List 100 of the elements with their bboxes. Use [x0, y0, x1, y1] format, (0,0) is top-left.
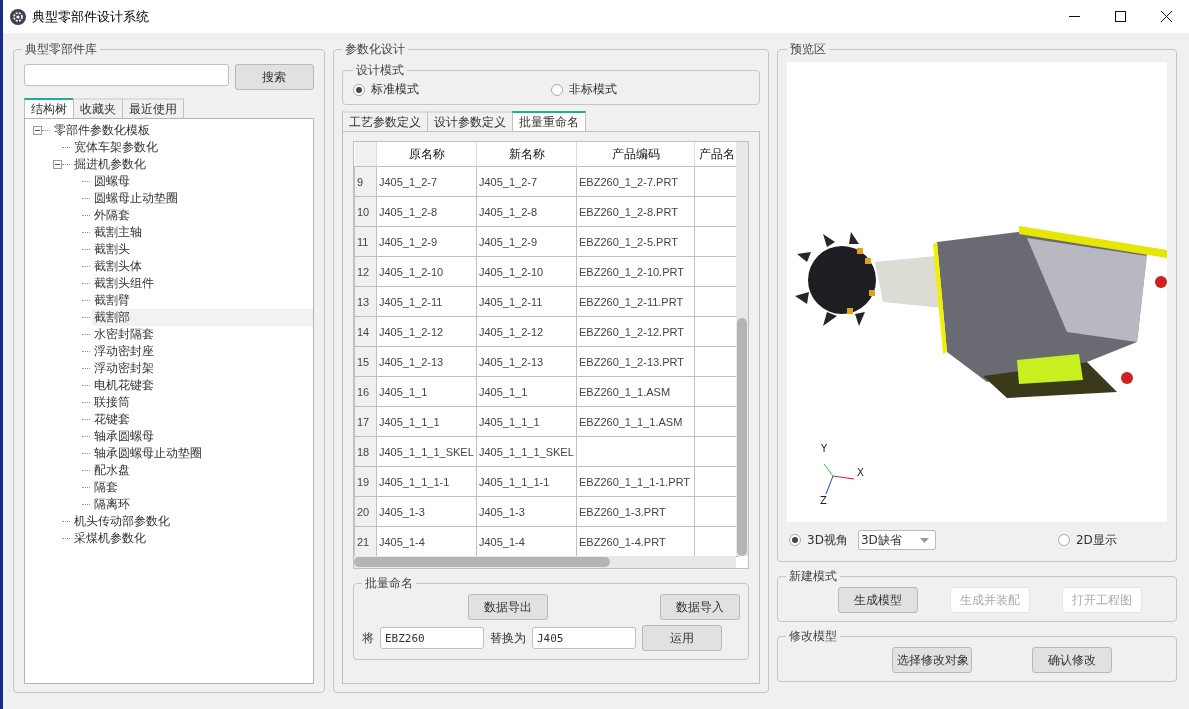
- group-title: 批量命名: [364, 575, 414, 592]
- group-title: 设计模式: [355, 62, 405, 79]
- import-button[interactable]: 数据导入: [660, 594, 740, 620]
- radio-label: 标准模式: [371, 81, 419, 98]
- table-cell: J405_1_2-10: [379, 265, 444, 278]
- radio-button[interactable]: [789, 534, 801, 546]
- panel-title: 参数化设计: [344, 41, 406, 58]
- library-tab[interactable]: 结构树: [24, 98, 74, 118]
- column-header: 原名称: [376, 142, 477, 167]
- tree-item[interactable]: 隔离环: [92, 496, 132, 513]
- maximize-icon: [1114, 11, 1126, 22]
- radio-button[interactable]: [1057, 534, 1070, 546]
- field-label: 将: [362, 629, 374, 647]
- radio-button[interactable]: [551, 83, 563, 96]
- design-tab[interactable]: 批量重命名: [512, 111, 586, 131]
- tree-item[interactable]: 截割部: [92, 309, 313, 326]
- table-cell: J405_1_2-12: [479, 325, 544, 338]
- table-cell: J405_1_2-11: [479, 295, 543, 308]
- collapse-icon[interactable]: [33, 126, 42, 135]
- group-title: 修改模型: [788, 628, 838, 645]
- table-cell: J405_1_1_1_SKEL: [379, 445, 474, 458]
- panel-title: 典型零部件库: [24, 41, 98, 58]
- table-cell: J405_1-3: [379, 505, 425, 518]
- action-button[interactable]: 确认修改: [1032, 647, 1112, 673]
- caret-icon: [919, 537, 929, 543]
- row-number: 14: [354, 316, 377, 347]
- view-dropdown[interactable]: 3D缺省: [857, 530, 936, 550]
- tree-item[interactable]: 宽体车架参数化: [72, 139, 160, 156]
- table-cell: J405_1_2-10: [479, 265, 544, 278]
- row-number: 18: [354, 436, 377, 467]
- table-cell: J405_1-4: [379, 535, 425, 548]
- tree-item[interactable]: 浮动密封座: [92, 343, 156, 360]
- axis-label: Z: [820, 496, 827, 506]
- collapse-icon[interactable]: [53, 160, 62, 169]
- row-number: 16: [354, 376, 377, 407]
- radio-button[interactable]: [353, 83, 365, 96]
- tree-item[interactable]: 联接筒: [92, 394, 132, 411]
- tree-item[interactable]: 花键套: [92, 411, 132, 428]
- row-number: 19: [354, 466, 377, 497]
- action-button[interactable]: 生成模型: [838, 587, 918, 613]
- table-cell: EBZ260_1_2-11.PRT: [579, 295, 684, 308]
- table-cell: J405_1_1: [479, 385, 528, 398]
- tree-item[interactable]: 截割主轴: [92, 224, 144, 241]
- table-cell: EBZ260_1_2-5.PRT: [579, 235, 678, 248]
- column-header: 新名称: [476, 142, 577, 167]
- tree-item[interactable]: 电机花键套: [92, 377, 156, 394]
- table-cell: EBZ260_1_2-12.PRT: [579, 325, 684, 338]
- row-number: 20: [354, 496, 377, 527]
- close-icon: [1160, 11, 1172, 22]
- vertical-scrollbar[interactable]: [736, 142, 748, 556]
- table-cell: EBZ260_1_2-10.PRT: [579, 265, 684, 278]
- table-cell: J405_1_2-13: [479, 355, 544, 368]
- export-button[interactable]: 数据导出: [468, 594, 548, 620]
- column-header: 产品名: [694, 142, 739, 167]
- table-cell: J405_1-4: [479, 535, 525, 548]
- tree-item[interactable]: 采煤机参数化: [72, 530, 148, 547]
- tree-item[interactable]: 截割头体: [92, 258, 144, 275]
- library-tab[interactable]: 最近使用: [122, 98, 184, 118]
- table-cell: J405_1_2-13: [379, 355, 444, 368]
- design-tab[interactable]: 设计参数定义: [427, 111, 513, 131]
- table-cell: EBZ260_1_2-13.PRT: [579, 355, 684, 368]
- radio-label: 3D视角: [807, 531, 848, 549]
- row-number: 12: [354, 256, 377, 287]
- search-button[interactable]: 搜索: [234, 64, 314, 90]
- tree-item[interactable]: 圆螺母止动垫圈: [92, 190, 180, 207]
- apply-button[interactable]: 运用: [642, 625, 722, 651]
- design-tab[interactable]: 工艺参数定义: [342, 111, 428, 131]
- table-cell: J405_1_2-7: [479, 175, 538, 188]
- tree-item[interactable]: 轴承圆螺母: [92, 428, 156, 445]
- window-title: 典型零部件设计系统: [32, 7, 149, 26]
- horizontal-scrollbar[interactable]: [354, 556, 736, 568]
- tree-item[interactable]: 截割头: [92, 241, 132, 258]
- tree-item[interactable]: 截割臂: [92, 292, 132, 309]
- panel-title: 预览区: [789, 41, 827, 58]
- tree-item[interactable]: 浮动密封架: [92, 360, 156, 377]
- row-number: 21: [354, 526, 377, 557]
- find-field[interactable]: EBZ260: [380, 627, 484, 649]
- tree-item[interactable]: 外隔套: [92, 207, 132, 224]
- row-number: 10: [354, 196, 377, 227]
- table-cell: EBZ260_1-3.PRT: [579, 505, 666, 518]
- search-field[interactable]: [24, 64, 229, 86]
- library-tab[interactable]: 收藏夹: [73, 98, 123, 118]
- axis-label: X: [857, 468, 864, 478]
- table-cell: EBZ260_1_1.ASM: [579, 385, 671, 398]
- tree-item[interactable]: 机头传动部参数化: [72, 513, 172, 530]
- tree-item[interactable]: 圆螺母: [92, 173, 132, 190]
- tree-item[interactable]: 水密封隔套: [92, 326, 156, 343]
- tree-item[interactable]: 配水盘: [92, 462, 132, 479]
- tree-item[interactable]: 截割头组件: [92, 275, 156, 292]
- action-button[interactable]: 选择修改对象: [892, 647, 972, 673]
- replace-field[interactable]: J405: [532, 627, 636, 649]
- tree-item[interactable]: 轴承圆螺母止动垫圈: [92, 445, 204, 462]
- table-cell: J405_1_2-8: [479, 205, 538, 218]
- table-cell: J405_1_2-11: [379, 295, 443, 308]
- tree-item[interactable]: 零部件参数化模板: [52, 122, 152, 139]
- row-number: 9: [354, 166, 377, 197]
- tree-item[interactable]: 隔套: [92, 479, 120, 496]
- tree-item[interactable]: 掘进机参数化: [72, 156, 148, 173]
- row-number: 15: [354, 346, 377, 377]
- table-cell: J405_1_1_1-1: [479, 475, 550, 488]
